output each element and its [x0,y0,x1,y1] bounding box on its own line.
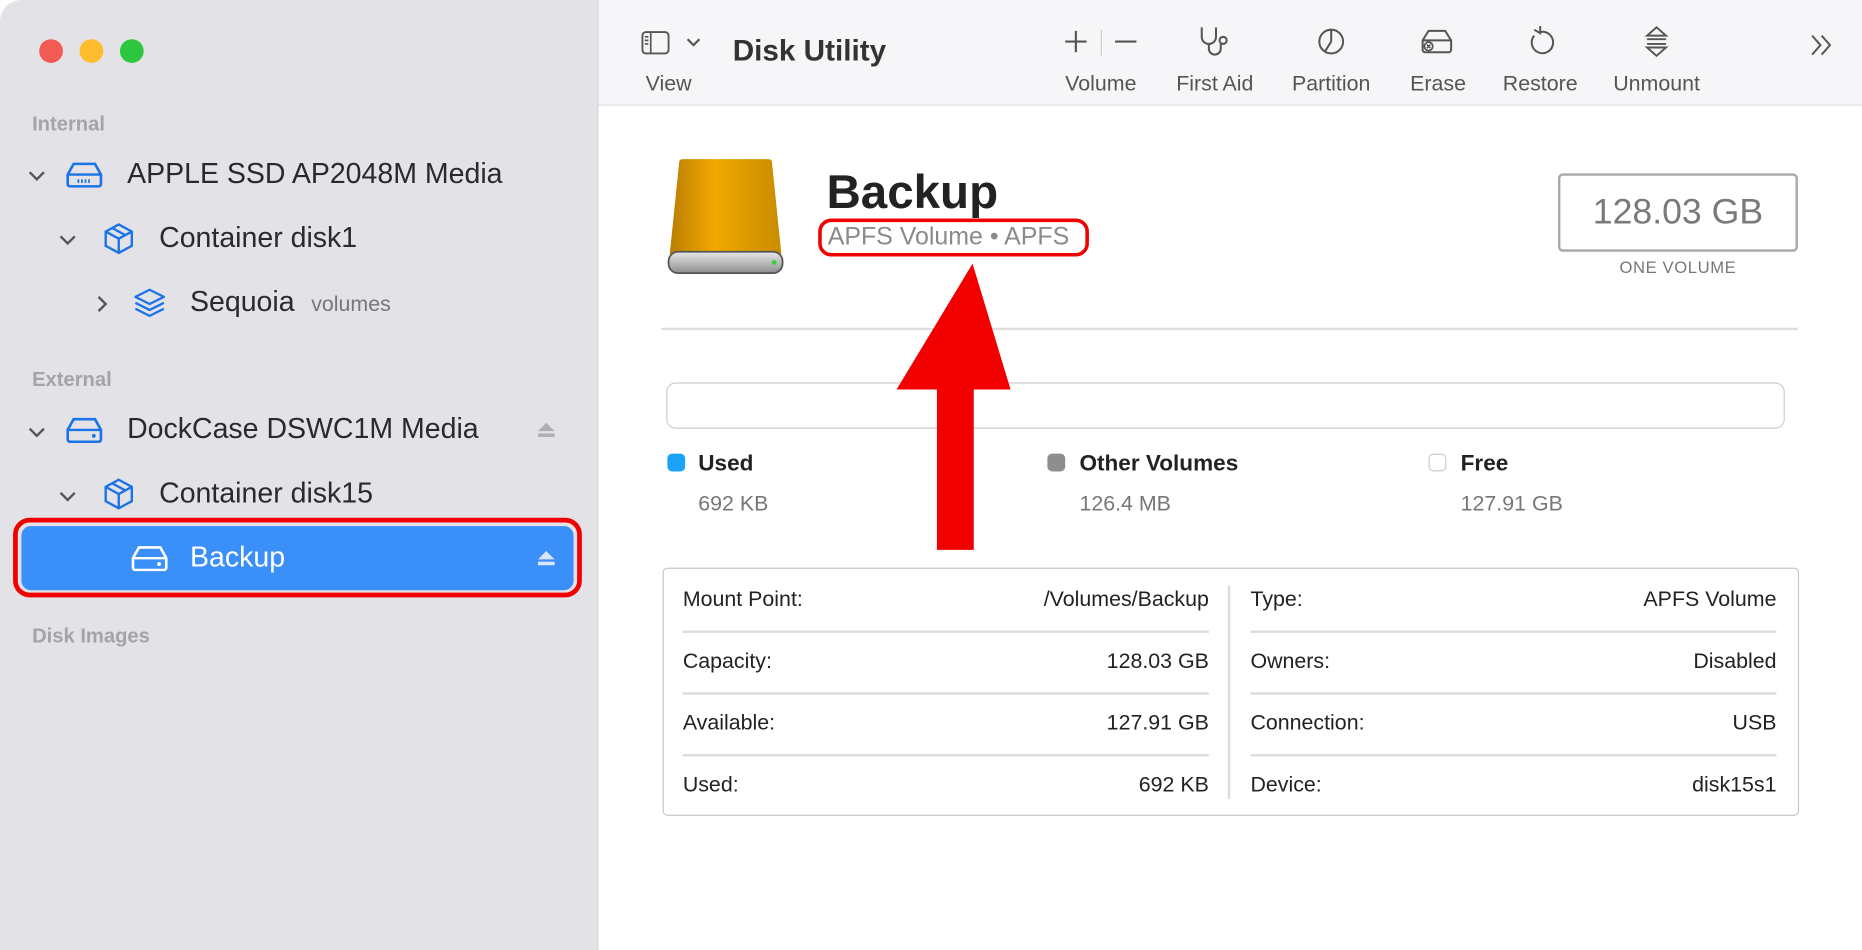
annotation-highlight-subtitle [818,218,1089,257]
divider [661,327,1798,330]
divider [1100,29,1102,56]
section-external: External [32,368,112,391]
sequoia-label: Sequoia [190,286,295,319]
container-cube-icon [104,223,133,255]
zoom-button[interactable] [119,39,144,63]
usage-bar [666,382,1785,429]
add-volume-icon[interactable] [1063,29,1089,55]
sidebar-item-sequoia[interactable]: Sequoia volumes [190,286,391,319]
restore-arrow-icon[interactable] [1526,24,1555,57]
mount-point-label: Mount Point: [682,587,803,611]
annotation-arrow-icon [896,263,1011,550]
mount-point-value: /Volumes/Backup [1043,587,1209,611]
container-cube-icon [104,478,133,510]
unmount-icon[interactable] [1642,25,1671,58]
legend-used-label: Used [698,451,754,477]
connection-value: USB [1732,710,1777,735]
legend-other-value: 126.4 MB [1079,491,1171,516]
device-label: Device: [1250,772,1322,797]
legend-used-value: 692 KB [698,491,769,516]
legend-other-label: Other Volumes [1079,451,1239,477]
row-separator [1250,692,1777,695]
device-value: disk15s1 [1692,772,1777,797]
other-volumes-color-swatch [1047,453,1066,472]
owners-value: Disabled [1693,648,1777,673]
capacity-caption: ONE VOLUME [1619,257,1737,277]
available-value: 127.91 GB [1106,710,1209,735]
section-internal: Internal [32,112,105,136]
chevron-down-icon[interactable] [59,490,76,502]
sidebar-item-backup[interactable]: Backup [190,542,285,575]
sidebar-item-apple-ssd[interactable]: APPLE SSD AP2048M Media [127,158,502,191]
eject-icon[interactable] [537,422,556,439]
chevron-down-icon[interactable] [686,38,701,48]
external-drive-icon [66,417,103,443]
volume-name: Backup [826,166,999,219]
capacity-box: 128.03 GB [1558,173,1798,252]
sequoia-sublabel: volumes [311,292,391,316]
row-separator [682,630,1209,633]
chevron-down-icon[interactable] [28,170,46,182]
partition-button[interactable]: Partition [1292,71,1370,96]
type-label: Type: [1250,587,1303,611]
type-value: APFS Volume [1643,587,1777,611]
chevron-right-icon[interactable] [96,296,108,313]
restore-button[interactable]: Restore [1503,71,1578,96]
capacity-label: Capacity: [682,648,772,673]
column-divider [1227,585,1230,800]
stethoscope-icon[interactable] [1197,25,1233,58]
free-color-swatch [1428,453,1447,472]
chevron-double-right-icon[interactable] [1809,33,1835,57]
chevron-down-icon[interactable] [28,426,46,438]
sidebar-item-container-disk15[interactable]: Container disk15 [159,477,373,510]
owners-label: Owners: [1250,648,1331,673]
view-label[interactable]: View [646,71,692,96]
row-separator [682,754,1209,756]
sidebar-toggle-icon[interactable] [641,31,670,55]
connection-label: Connection: [1250,710,1365,735]
capacity-value: 128.03 GB [1106,648,1209,673]
chevron-down-icon[interactable] [59,234,76,246]
close-button[interactable] [39,39,63,63]
row-separator [1250,754,1777,756]
legend-free-value: 127.91 GB [1460,491,1563,516]
internal-drive-icon [66,162,103,188]
unmount-button[interactable]: Unmount [1613,71,1700,96]
available-label: Available: [682,710,776,735]
first-aid-button[interactable]: First Aid [1176,71,1253,96]
minimize-button[interactable] [79,39,104,63]
sidebar-item-container-disk1[interactable]: Container disk1 [159,222,357,255]
external-drive-image [667,159,784,275]
erase-button[interactable]: Erase [1410,71,1466,96]
pie-chart-icon[interactable] [1316,26,1347,57]
used-value: 692 KB [1138,772,1209,797]
used-label: Used: [682,772,739,797]
section-disk-images: Disk Images [32,624,150,648]
volume-drive-icon [131,546,168,572]
sidebar [0,0,599,950]
row-separator [682,692,1209,695]
app-title: Disk Utility [732,34,887,68]
legend-free-label: Free [1460,451,1509,477]
annotation-highlight-sidebar [13,517,582,598]
volume-button[interactable]: Volume [1065,71,1136,96]
erase-drive-icon[interactable] [1419,27,1455,56]
row-separator [1250,630,1777,633]
used-color-swatch [667,453,686,472]
remove-volume-icon[interactable] [1113,29,1139,55]
sidebar-item-dockcase[interactable]: DockCase DSWC1M Media [127,413,479,446]
eject-icon[interactable] [537,550,556,567]
volume-stack-icon [134,288,166,318]
